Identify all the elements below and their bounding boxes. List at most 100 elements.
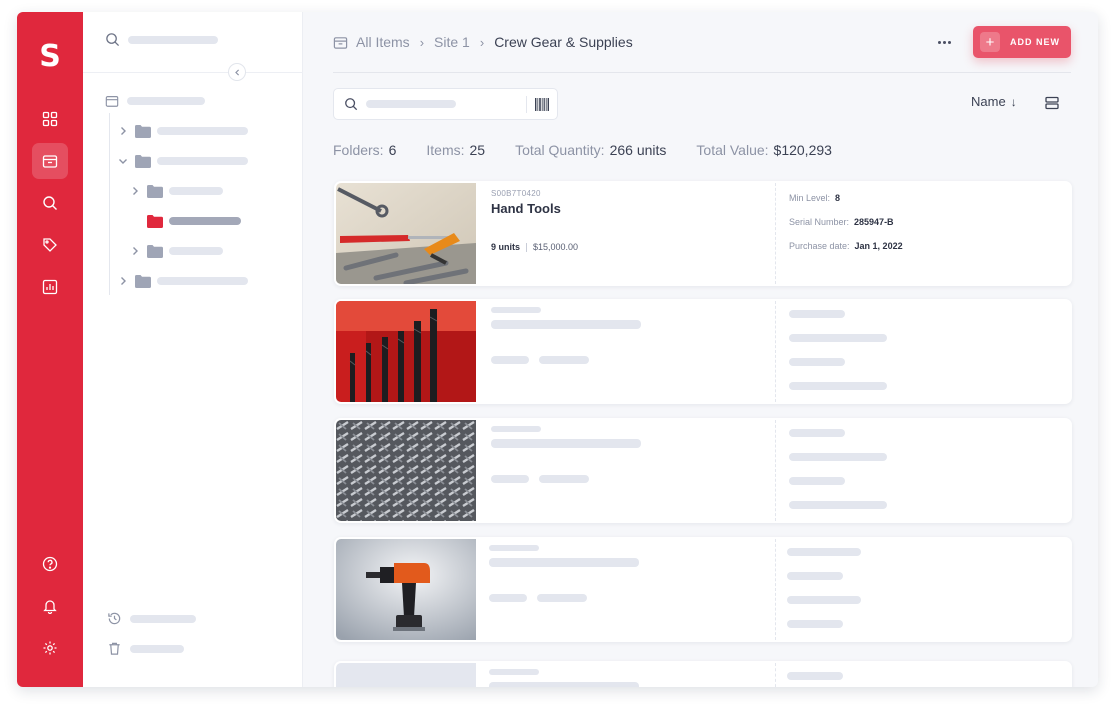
more-options-button[interactable] [933,32,955,52]
sku-skeleton [489,545,539,551]
breadcrumb-current: Crew Gear & Supplies [494,34,633,50]
field-skeleton [787,548,861,556]
field-skeleton [787,572,843,580]
field-skeleton [789,382,887,390]
sku-skeleton [491,426,541,432]
item-thumbnail [336,539,476,640]
folder-icon [135,275,151,288]
item-card[interactable] [334,661,1072,687]
chevron-right-icon[interactable] [129,245,141,257]
field-skeleton [789,477,845,485]
nav-items[interactable] [32,143,68,179]
sort-label: Name [971,94,1006,109]
chevron-right-icon[interactable] [129,185,141,197]
items-icon [105,94,119,108]
dot [938,41,941,44]
sku-skeleton [491,307,541,313]
item-card[interactable] [334,418,1072,523]
item-name[interactable]: Hand Tools [491,201,561,216]
item-field-purchase-date: Purchase date: Jan 1, 2022 [789,241,903,251]
chevron-right-icon[interactable] [117,275,129,287]
nav-settings[interactable] [32,630,68,666]
items-icon [333,35,348,50]
tree-folder-expanded[interactable] [117,152,248,170]
list-view-icon[interactable] [1045,96,1059,110]
tree-label-skeleton [157,157,248,165]
stat-folders: Folders: 6 [333,142,396,158]
history-label-skeleton [130,615,196,623]
breadcrumb: All Items › Site 1 › Crew Gear & Supplie… [333,32,633,52]
breadcrumb-all-items[interactable]: All Items [356,34,410,50]
stat-label: Items: [426,142,464,158]
tree-folder[interactable] [117,122,248,140]
field-value: Jan 1, 2022 [855,241,903,251]
divider [526,96,527,113]
tags-icon [42,237,58,253]
search-placeholder-skeleton [128,36,218,44]
field-skeleton [789,429,845,437]
search-placeholder-skeleton [366,100,456,108]
gear-icon [42,640,58,656]
field-skeleton [789,453,887,461]
item-card[interactable] [334,537,1072,642]
field-label: Purchase date: [789,241,850,251]
name-skeleton [491,439,641,448]
app-window: S [17,12,1098,687]
tree-label-skeleton [169,217,241,225]
summary-stats: Folders:6 Items:25 Total Quantity:266 un… [333,140,862,160]
nav-help[interactable] [32,546,68,582]
name-skeleton [491,320,641,329]
collapse-panel-button[interactable] [228,63,246,81]
folder-icon [135,125,151,138]
tree-subfolder[interactable] [129,242,223,260]
quantity-skeleton [489,594,527,602]
nav-search[interactable] [32,185,68,221]
field-value: 285947-B [854,217,894,227]
nav-reports[interactable] [32,269,68,305]
tree-subfolder-selected[interactable] [147,212,241,230]
tree-label-skeleton [157,127,248,135]
nav-dashboard[interactable] [32,101,68,137]
search-icon [42,195,58,211]
sku-skeleton [489,669,539,675]
sort-dropdown[interactable]: Name ↓ [971,94,1017,109]
tree-subfolder[interactable] [129,182,223,200]
item-field-min-level: Min Level:8 [789,193,840,203]
help-icon [42,556,58,572]
item-search-input[interactable] [333,88,558,120]
bell-icon [42,598,58,614]
barcode-icon[interactable] [535,98,549,111]
tree-root[interactable] [105,92,205,110]
item-card[interactable] [334,299,1072,404]
folder-icon [147,245,163,258]
stat-value: 25 [470,142,486,158]
add-new-button[interactable]: + ADD NEW [973,26,1071,58]
trash-link[interactable] [107,641,184,656]
dot [943,41,946,44]
field-skeleton [787,596,861,604]
folder-icon [147,185,163,198]
item-thumbnail [336,301,476,402]
tree-label-skeleton [169,247,223,255]
folder-search[interactable] [105,32,218,47]
tree-label-skeleton [169,187,223,195]
chevron-down-icon[interactable] [117,155,129,167]
nav-notifications[interactable] [32,588,68,624]
chevron-right-icon[interactable] [117,125,129,137]
reports-icon [42,279,58,295]
field-skeleton [789,310,845,318]
stat-value: 6 [389,142,397,158]
field-label: Serial Number: [789,217,849,227]
add-new-label: ADD NEW [1010,37,1060,47]
history-link[interactable] [107,611,196,626]
item-card[interactable]: S00B7T0420 Hand Tools 9 units $15,000.00… [334,181,1072,286]
trash-icon [107,641,122,656]
field-value: 8 [835,193,840,203]
tree-folder[interactable] [117,272,248,290]
breadcrumb-site[interactable]: Site 1 [434,34,470,50]
nav-tags[interactable] [32,227,68,263]
folder-icon [135,155,151,168]
name-skeleton [489,682,639,687]
divider [775,420,776,521]
stat-label: Folders: [333,142,384,158]
